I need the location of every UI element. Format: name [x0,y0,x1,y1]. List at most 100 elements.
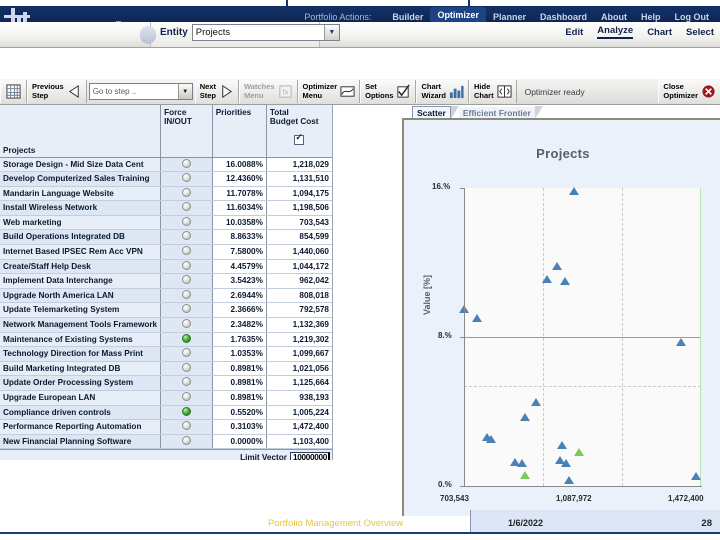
cell-project-name[interactable]: Mandarin Language Website [0,186,162,202]
cell-priority[interactable]: 0.8981% [212,375,267,391]
cell-total-budget-cost[interactable]: 1,094,175 [266,186,332,202]
table-row[interactable]: Technology Direction for Mass Print 1.035… [0,346,332,362]
scatter-point[interactable] [560,459,571,468]
cell-priority[interactable]: 0.0000% [212,434,267,450]
scatter-point[interactable] [542,274,553,283]
cell-force-in-out[interactable] [160,346,213,362]
cell-project-name[interactable]: Internet Based IPSEC Rem Acc VPN [0,244,162,260]
cell-priority[interactable]: 0.5520% [212,405,267,421]
cell-total-budget-cost[interactable]: 1,103,400 [266,434,332,450]
cell-project-name[interactable]: Web marketing [0,215,162,231]
cell-project-name[interactable]: New Financial Planning Software [0,434,162,450]
cell-project-name[interactable]: Develop Computerized Sales Training [0,171,162,187]
scatter-point[interactable] [675,338,686,347]
cell-priority[interactable]: 2.3482% [212,317,267,333]
table-row[interactable]: Compliance driven controls 0.5520% 1,005,2… [0,405,332,421]
previous-step-button[interactable]: Previous Step [27,80,87,103]
cell-force-in-out[interactable] [160,273,213,289]
cell-priority[interactable]: 0.8981% [212,390,267,406]
cell-priority[interactable]: 8.8633% [212,229,267,246]
cell-project-name[interactable]: Build Operations Integrated DB [0,229,162,246]
table-row[interactable]: Build Operations Integrated DB 8.8633% 854… [0,229,332,246]
table-row[interactable]: Internet Based IPSEC Rem Acc VPN 7.5800% 1… [0,244,332,260]
table-row[interactable]: Update Order Processing System 0.8981% 1,1… [0,375,332,391]
cell-force-in-out[interactable] [160,215,213,231]
cell-project-name[interactable]: Update Telemarketing System [0,302,162,319]
cell-force-in-out[interactable] [160,171,213,187]
scatter-point[interactable] [556,440,567,449]
scatter-point[interactable] [573,448,584,457]
force-toggle-off-icon[interactable] [181,377,191,387]
table-row[interactable]: Update Telemarketing System 2.3666% 792,57… [0,302,332,319]
cell-force-in-out[interactable] [160,361,213,377]
force-toggle-off-icon[interactable] [181,187,191,197]
table-row[interactable]: New Financial Planning Software 0.0000% 1,… [0,434,332,450]
cell-project-name[interactable]: Network Management Tools Framework [0,317,162,333]
cell-project-name[interactable]: Upgrade North America LAN [0,288,162,304]
table-row[interactable]: Network Management Tools Framework 2.3482… [0,317,332,333]
cell-project-name[interactable]: Performance Reporting Automation [0,419,162,435]
table-row[interactable]: Upgrade North America LAN 2.6944% 808,018 [0,288,332,304]
cell-project-name[interactable]: Compliance driven controls [0,405,162,421]
cell-total-budget-cost[interactable]: 1,132,369 [266,317,332,333]
column-header-priorities[interactable]: Priorities [212,105,267,158]
cell-force-in-out[interactable] [160,317,213,333]
column-header-projects[interactable]: Projects [0,105,162,158]
subnav-item-analyze[interactable]: Analyze [597,25,634,39]
table-row[interactable]: Build Marketing Integrated DB 0.8981% 1,02… [0,361,332,377]
chevron-down-icon[interactable]: ▼ [323,25,339,40]
optimizer-menu-button[interactable]: Optimizer Menu [297,80,361,103]
next-step-button[interactable]: Next Step [194,80,239,103]
cell-total-budget-cost[interactable]: 1,472,400 [266,419,332,435]
limit-vector-input[interactable]: 10000000 [289,451,330,460]
chevron-down-icon[interactable]: ▼ [177,84,192,99]
cell-project-name[interactable]: Update Order Processing System [0,375,162,391]
cell-project-name[interactable]: Implement Data Interchange [0,273,162,289]
force-toggle-off-icon[interactable] [181,260,191,270]
cell-total-budget-cost[interactable]: 1,005,224 [266,405,332,421]
cell-total-budget-cost[interactable]: 854,599 [266,229,332,246]
subnav-item-select[interactable]: Select [686,27,714,38]
cell-project-name[interactable]: Upgrade European LAN [0,390,162,406]
cell-priority[interactable]: 0.3103% [212,419,267,435]
cell-force-in-out[interactable] [160,419,213,435]
cell-total-budget-cost[interactable]: 703,543 [266,215,332,231]
table-row[interactable]: Develop Computerized Sales Training 12.43… [0,171,332,187]
column-header-force[interactable]: Force IN/OUT [160,105,213,158]
cell-force-in-out[interactable] [160,332,213,348]
subnav-item-chart[interactable]: Chart [647,27,672,38]
subnav-item-edit[interactable]: Edit [565,27,583,38]
cell-priority[interactable]: 3.5423% [212,273,267,289]
force-toggle-off-icon[interactable] [181,158,191,168]
table-row[interactable]: Performance Reporting Automation 0.3103% 1… [0,419,332,435]
force-toggle-off-icon[interactable] [181,435,191,445]
cell-force-in-out[interactable] [160,288,213,304]
force-toggle-off-icon[interactable] [181,421,191,431]
cell-priority[interactable]: 0.8981% [212,361,267,377]
cell-total-budget-cost[interactable]: 1,218,029 [266,157,332,173]
cell-force-in-out[interactable] [160,375,213,391]
cell-force-in-out[interactable] [160,405,213,421]
cell-force-in-out[interactable] [160,302,213,319]
cell-force-in-out[interactable] [160,186,213,202]
cell-project-name[interactable]: Build Marketing Integrated DB [0,361,162,377]
cell-project-name[interactable]: Install Wireless Network [0,200,162,216]
column-header-total-budget-cost[interactable]: Total Budget Cost [266,105,332,158]
scatter-point[interactable] [471,314,482,323]
force-toggle-on-icon[interactable] [181,406,191,416]
goto-step-select[interactable]: Go to step .. ▼ [88,83,193,100]
cell-force-in-out[interactable] [160,157,213,173]
cell-project-name[interactable]: Technology Direction for Mass Print [0,346,162,362]
scatter-point[interactable] [520,412,531,421]
cell-total-budget-cost[interactable]: 1,131,510 [266,171,332,187]
cell-total-budget-cost[interactable]: 1,021,056 [266,361,332,377]
hide-chart-button[interactable]: Hide Chart [469,80,517,103]
cell-total-budget-cost[interactable]: 1,219,302 [266,332,332,348]
set-options-button[interactable]: Set Options [360,80,417,103]
scatter-point[interactable] [560,276,571,285]
scatter-point[interactable] [517,459,528,468]
table-row[interactable]: Maintenance of Existing Systems 1.7635% 1,… [0,332,332,348]
cell-project-name[interactable]: Storage Design - Mid Size Data Cent [0,157,162,173]
force-toggle-off-icon[interactable] [181,304,191,314]
cell-total-budget-cost[interactable]: 1,440,060 [266,244,332,260]
